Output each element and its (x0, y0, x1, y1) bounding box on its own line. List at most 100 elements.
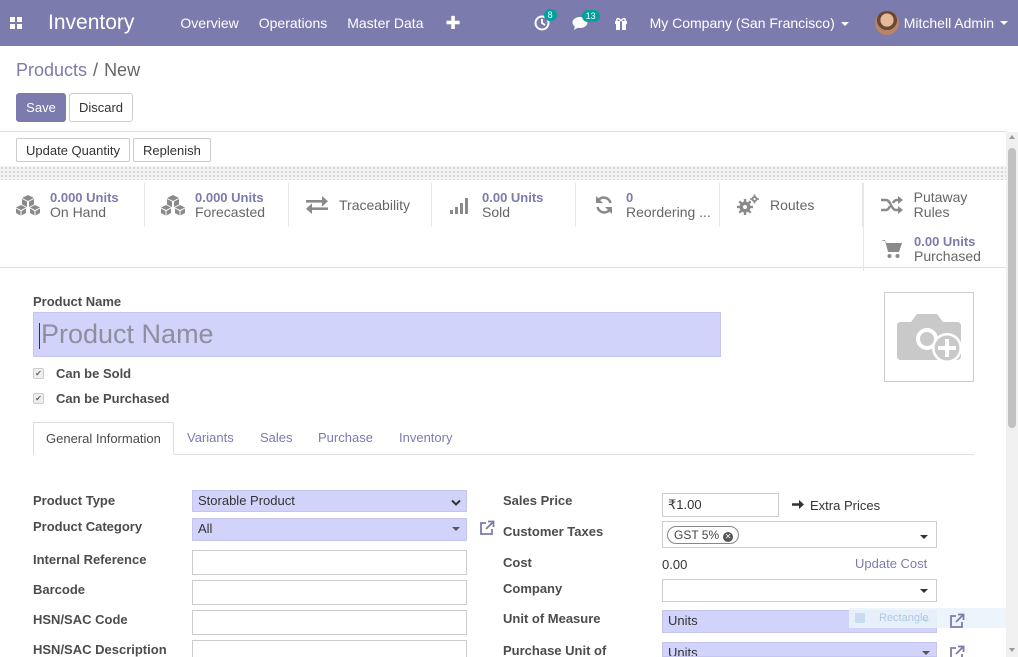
breadcrumb: Products / New (16, 60, 140, 81)
rectangle-icon (855, 613, 865, 623)
on-hand-value: 0.000 Units (50, 190, 119, 205)
product-type-select[interactable]: Storable Product (192, 490, 467, 512)
hsn-code-label: HSN/SAC Code (33, 612, 128, 627)
top-navbar: Inventory Overview Operations Master Dat… (0, 0, 1018, 46)
smart-button-putaway[interactable]: Putaway Rules (863, 183, 1006, 227)
product-type-label: Product Type (33, 493, 116, 508)
product-image-upload[interactable] (884, 292, 974, 382)
cogs-icon (734, 193, 762, 217)
barcode-input[interactable] (192, 580, 467, 605)
exchange-icon (303, 193, 331, 217)
signal-icon (446, 193, 474, 217)
hsn-description-input[interactable] (192, 640, 467, 657)
purchased-value: 0.00 Units (914, 234, 976, 249)
chevron-down-icon (451, 494, 461, 514)
sales-price-label: Sales Price (503, 493, 573, 508)
random-icon (878, 193, 906, 217)
breadcrumb-current: New (104, 60, 141, 80)
smart-button-forecasted[interactable]: 0.000 Units Forecasted (145, 183, 289, 227)
caret-down-icon (920, 535, 928, 539)
statusbar-separator (0, 166, 1006, 180)
can-be-purchased-label: Can be Purchased (56, 391, 170, 406)
apps-menu-icon[interactable] (0, 0, 32, 46)
can-be-sold-label: Can be Sold (56, 366, 132, 381)
smart-button-reordering[interactable]: 0 Reordering ... (576, 183, 720, 227)
unit-of-measure-label: Unit of Measure (503, 611, 601, 626)
product-name-placeholder: Product Name (41, 319, 214, 349)
caret-down-icon (922, 651, 930, 655)
company-name: My Company (San Francisco) (649, 15, 835, 31)
app-title[interactable]: Inventory (48, 11, 134, 35)
checkmark-icon[interactable]: ✔ (33, 393, 44, 404)
tax-tag[interactable]: GST 5% ✕ (667, 526, 740, 544)
company-switcher[interactable]: My Company (San Francisco) (650, 15, 849, 31)
menu-master-data[interactable]: Master Data (347, 15, 423, 31)
close-icon[interactable]: ✕ (723, 532, 734, 542)
extra-prices-button[interactable]: Extra Prices (792, 498, 880, 513)
sales-price-input[interactable]: ₹1.00 (662, 493, 779, 517)
product-category-value: All (198, 521, 213, 536)
unit-of-measure-value: Units (668, 613, 698, 628)
putaway-label: Putaway Rules (913, 189, 968, 220)
sold-value: 0.00 Units (482, 190, 544, 205)
smart-button-traceability[interactable]: Traceability (289, 183, 432, 227)
smart-button-on-hand[interactable]: 0.000 Units On Hand (0, 183, 145, 227)
tab-inventory[interactable]: Inventory (399, 422, 452, 455)
hsn-code-input[interactable] (192, 610, 467, 635)
scrollbar-thumb[interactable] (1008, 148, 1016, 428)
product-category-select[interactable]: All (192, 518, 467, 541)
tab-general-information[interactable]: General Information (33, 422, 174, 455)
scroll-up-icon[interactable] (1009, 135, 1015, 139)
discard-button[interactable]: Discard (69, 93, 133, 122)
external-link-icon[interactable] (479, 520, 495, 536)
gift-icon[interactable] (614, 16, 628, 30)
external-link-icon[interactable] (949, 645, 965, 657)
purchase-uom-value: Units (668, 645, 698, 657)
tab-sales[interactable]: Sales (260, 422, 293, 455)
internal-reference-input[interactable] (192, 550, 467, 575)
company-select[interactable] (662, 579, 937, 602)
notebook-tabs: General Information Variants Sales Purch… (33, 422, 974, 455)
replenish-button[interactable]: Replenish (133, 138, 211, 162)
save-button[interactable]: Save (16, 93, 66, 122)
messages-badge: 13 (581, 9, 600, 22)
menu-operations[interactable]: Operations (259, 15, 327, 31)
purchase-uom-select[interactable]: Units (662, 642, 937, 657)
activity-clock-icon[interactable]: 8 (534, 9, 557, 31)
customer-taxes-label: Customer Taxes (503, 524, 604, 539)
forecasted-label: Forecasted (195, 204, 266, 220)
messages-icon[interactable]: 13 (572, 9, 600, 31)
purchase-uom-label: Purchase Unit of (503, 643, 607, 657)
arrow-right-icon (792, 498, 804, 513)
breadcrumb-products[interactable]: Products (16, 60, 87, 80)
ghost-label: Rectangle (879, 612, 929, 624)
cost-value: 0.00 (662, 557, 688, 572)
smart-button-routes[interactable]: Routes (720, 183, 863, 227)
routes-label: Routes (770, 196, 815, 213)
update-quantity-button[interactable]: Update Quantity (16, 138, 130, 162)
update-cost-link[interactable]: Update Cost (855, 556, 927, 571)
drag-ghost-overlay: Rectangle (849, 608, 1006, 628)
caret-down-icon (920, 589, 928, 593)
reordering-label: Reordering ... (626, 204, 711, 220)
checkmark-icon[interactable]: ✔ (33, 368, 44, 379)
chevron-down-icon (840, 22, 849, 27)
reordering-value: 0 (626, 190, 634, 205)
menu-overview[interactable]: Overview (180, 15, 238, 31)
activity-badge: 8 (543, 9, 557, 21)
product-name-input[interactable]: Product Name (33, 312, 721, 357)
tab-variants[interactable]: Variants (187, 422, 234, 455)
scroll-down-icon[interactable] (1009, 648, 1015, 652)
breadcrumb-separator: / (93, 60, 99, 80)
plus-icon[interactable]: ✚ (445, 13, 460, 34)
tab-purchase[interactable]: Purchase (318, 422, 373, 455)
traceability-label: Traceability (339, 196, 411, 213)
cost-label: Cost (503, 555, 532, 570)
can-be-purchased-checkbox[interactable]: ✔ Can be Purchased (33, 391, 169, 406)
external-link-icon[interactable] (949, 613, 965, 629)
chevron-down-icon (1000, 21, 1008, 25)
smart-button-purchased[interactable]: 0.00 Units Purchased (863, 227, 1006, 271)
smart-button-sold[interactable]: 0.00 Units Sold (432, 183, 576, 227)
can-be-sold-checkbox[interactable]: ✔ Can be Sold (33, 366, 131, 381)
user-menu[interactable]: Mitchell Admin (874, 11, 1008, 35)
